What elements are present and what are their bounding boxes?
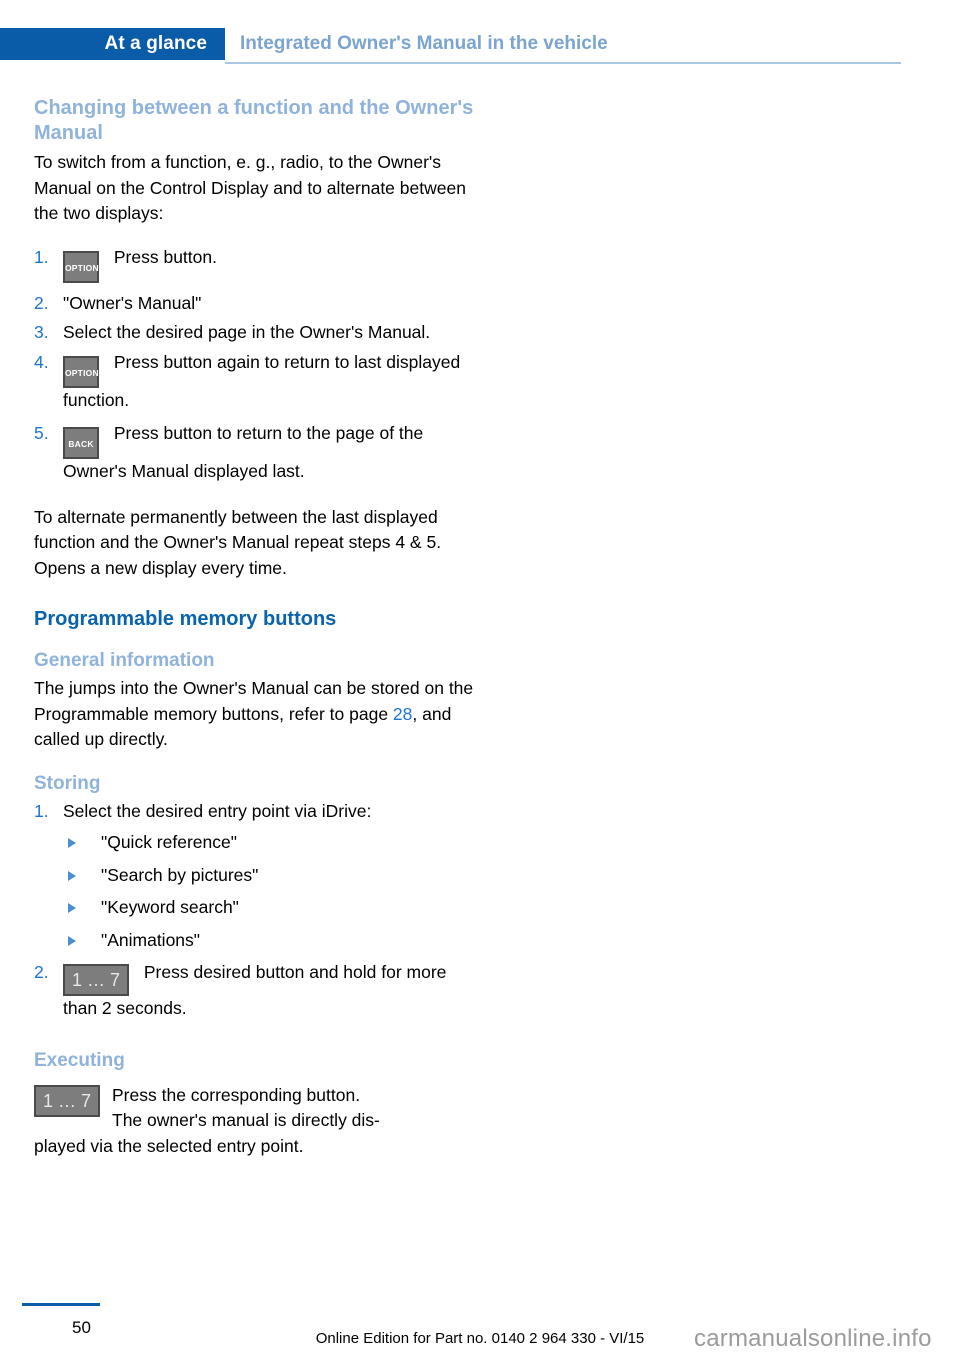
header-chapter-title: Integrated Owner's Manual in the vehicle: [240, 33, 608, 54]
step-number: 5.: [34, 423, 49, 443]
step-item: 2. 1 … 7 Press desired button and hold f…: [34, 960, 474, 1022]
list-item: "Keyword search": [63, 895, 474, 921]
step-item: 1. Select the desired entry point via iD…: [34, 799, 474, 954]
steps-list-storing: 1. Select the desired entry point via iD…: [34, 799, 474, 1022]
step-text: Press button to return to the page of th…: [63, 423, 424, 481]
triangle-bullet-icon: [68, 870, 76, 881]
step-number: 1.: [34, 800, 49, 821]
footer-divider: [22, 1303, 100, 1306]
list-item: "Search by pictures": [63, 863, 474, 889]
memory-buttons-icon: 1 … 7: [63, 964, 129, 996]
section-heading-changing: Changing between a function and the Owne…: [34, 97, 474, 144]
back-button-icon: BACK: [63, 427, 99, 459]
step-text: Press button.: [113, 246, 217, 267]
step-number: 4.: [34, 351, 49, 372]
memory-buttons-icon: 1 … 7: [34, 1084, 100, 1117]
triangle-bullet-icon: [68, 838, 76, 848]
subsection-heading-storing: Storing: [34, 772, 101, 794]
list-item: "Quick reference": [63, 830, 474, 856]
step-item: 3. Select the desired page in the Owner'…: [34, 320, 474, 346]
entry-point-options: "Quick reference" "Search by pictures" "…: [63, 830, 474, 953]
header-tab-at-a-glance: At a glance: [0, 28, 225, 60]
list-item: "Animations": [63, 928, 474, 954]
option-button-icon: OPTION: [63, 355, 99, 388]
step-number: 2.: [34, 292, 49, 313]
header-tab-label: At a glance: [104, 33, 207, 54]
page-cross-reference[interactable]: 28: [393, 704, 412, 724]
option-label: "Animations": [101, 929, 200, 950]
executing-line-2: The owner's manual is directly dis-: [112, 1110, 380, 1130]
outro-paragraph: To alternate permanently between the las…: [34, 506, 442, 578]
triangle-bullet-icon: [68, 903, 76, 913]
executing-line-1: Press the corresponding button.: [112, 1084, 361, 1105]
option-label: "Quick reference": [101, 832, 237, 852]
step-text: "Owner's Manual": [63, 292, 202, 313]
subsection-heading-general: General information: [34, 650, 215, 671]
page-content: Changing between a function and the Owne…: [34, 96, 474, 1159]
option-label: "Keyword search": [101, 897, 239, 917]
header-divider: [225, 62, 901, 64]
step-item: 2. "Owner's Manual": [34, 291, 474, 317]
step-text: Select the desired entry point via iDriv…: [63, 800, 372, 821]
option-label: "Search by pictures": [101, 864, 259, 885]
option-button-icon: OPTION: [63, 250, 99, 283]
steps-list-changing: 1. OPTION Press button. 2. "Owner's Manu…: [34, 245, 474, 485]
step-item: 1. OPTION Press button.: [34, 245, 474, 283]
step-number: 2.: [34, 962, 49, 982]
page-header: At a glance Integrated Owner's Manual in…: [0, 28, 960, 60]
executing-line-3: played via the selected entry point.: [34, 1135, 304, 1156]
subsection-heading-executing: Executing: [34, 1049, 125, 1071]
triangle-bullet-icon: [68, 935, 76, 946]
section-heading-programmable: Programmable memory buttons: [34, 608, 337, 630]
step-text: Press button again to return to last dis…: [63, 351, 461, 410]
watermark-text: carmanualsonline.info: [694, 1325, 932, 1352]
step-number: 3.: [34, 322, 49, 342]
step-text: Select the desired page in the Owner's M…: [63, 322, 431, 342]
step-item: 5. BACK Press button to return to the pa…: [34, 421, 474, 485]
intro-paragraph: To switch from a function, e. g., radio,…: [34, 152, 466, 223]
general-information-paragraph: The jumps into the Owner's Manual can be…: [34, 676, 474, 753]
step-number: 1.: [34, 246, 49, 267]
executing-block: 1 … 7 Press the corresponding button. Th…: [34, 1083, 474, 1160]
step-item: 4. OPTION Press button again to return t…: [34, 350, 474, 414]
